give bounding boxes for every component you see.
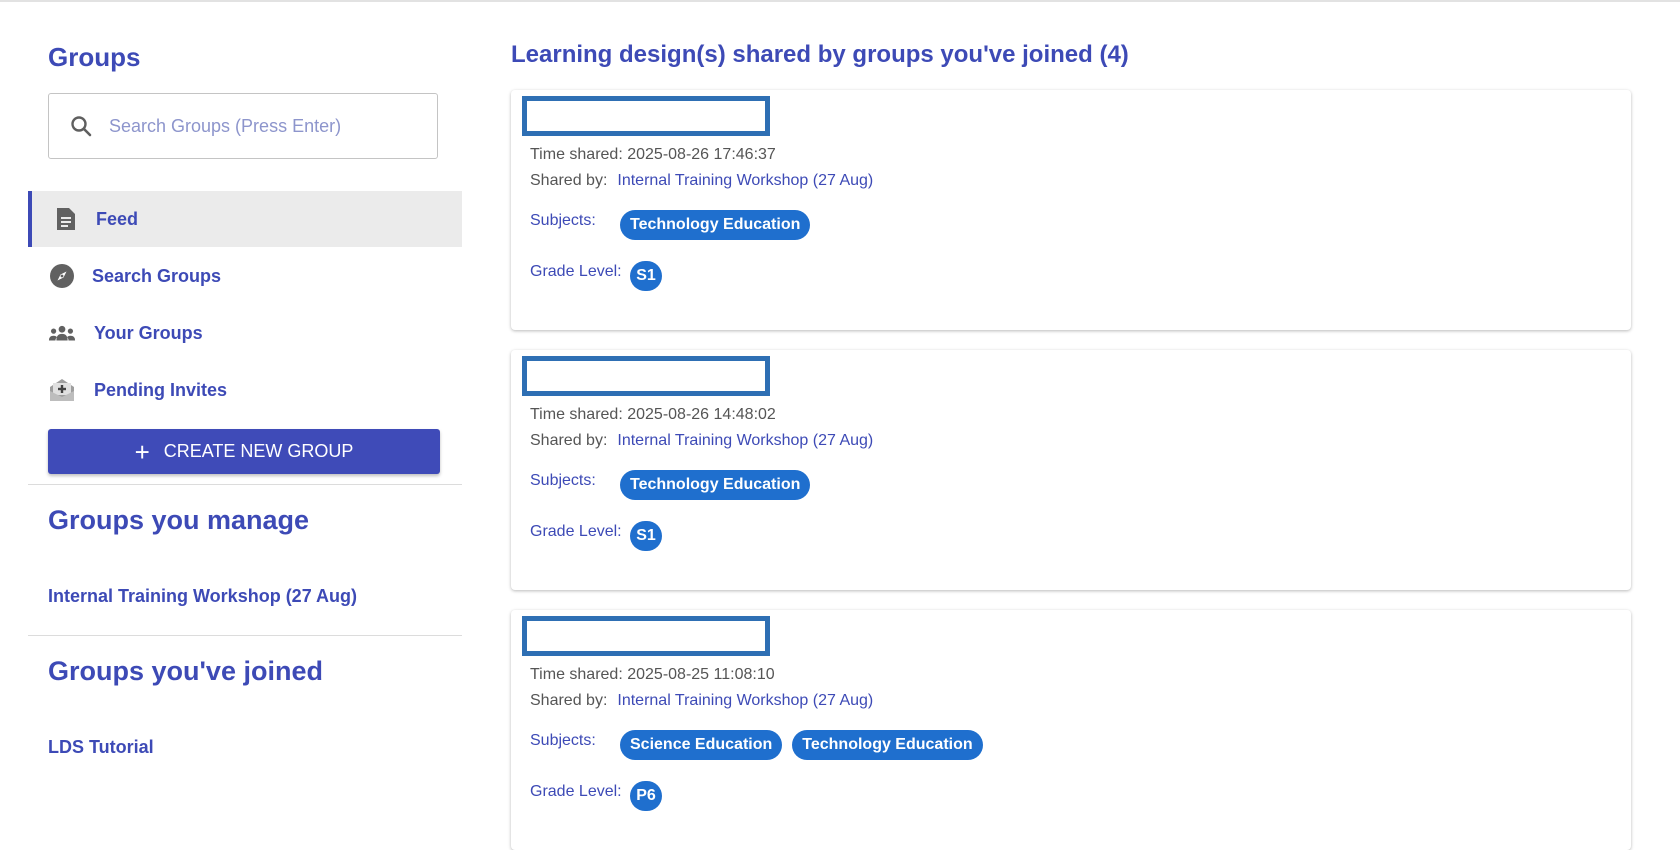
- nav-item-feed[interactable]: Feed: [28, 191, 462, 247]
- sidebar-title: Groups: [48, 42, 141, 72]
- learning-design-card[interactable]: Time shared: 2025-08-26 14:48:02 Shared …: [511, 350, 1631, 590]
- subjects-label: Subjects:: [530, 732, 596, 749]
- subjects-chips: Technology Education: [620, 210, 811, 240]
- groups-icon: [48, 319, 76, 347]
- shared-by-group-link[interactable]: Internal Training Workshop (27 Aug): [617, 692, 873, 710]
- redacted-title: [522, 356, 770, 396]
- shared-by-group-link[interactable]: Internal Training Workshop (27 Aug): [617, 172, 873, 190]
- joined-group-link[interactable]: LDS Tutorial: [48, 737, 154, 758]
- grade-level-chip: S1: [630, 261, 662, 291]
- nav-label-pending-invites: Pending Invites: [94, 379, 228, 400]
- shared-by-label: Shared by:: [530, 432, 608, 449]
- nav-item-your-groups[interactable]: Your Groups: [28, 305, 462, 361]
- grade-level-label: Grade Level:: [530, 263, 622, 280]
- sidebar-divider: [28, 484, 462, 485]
- create-new-group-label: CREATE NEW GROUP: [163, 441, 354, 461]
- shared-by: Shared by: Internal Training Workshop (2…: [530, 172, 873, 190]
- subjects-label: Subjects:: [530, 472, 596, 489]
- groups-joined-title: Groups you've joined: [48, 656, 323, 686]
- grade-level-chip: S1: [630, 521, 662, 551]
- time-shared-value: 2025-08-26 17:46:37: [627, 146, 776, 163]
- shared-by-label: Shared by:: [530, 692, 608, 709]
- shared-by: Shared by: Internal Training Workshop (2…: [530, 432, 873, 450]
- time-shared-label: Time shared:: [530, 146, 623, 163]
- nav-label-search-groups: Search Groups: [92, 265, 222, 286]
- shared-by: Shared by: Internal Training Workshop (2…: [530, 692, 873, 710]
- subjects-chips: Technology Education: [620, 470, 811, 500]
- shared-by-group-link[interactable]: Internal Training Workshop (27 Aug): [617, 432, 873, 450]
- learning-design-card[interactable]: Time shared: 2025-08-25 11:08:10 Shared …: [511, 610, 1631, 850]
- time-shared: Time shared: 2025-08-26 14:48:02: [530, 406, 776, 424]
- feed-icon: [52, 205, 80, 233]
- subject-chip: Technology Education: [792, 730, 983, 760]
- nav-item-search-groups[interactable]: Search Groups: [28, 248, 462, 304]
- subject-chip: Technology Education: [620, 210, 811, 240]
- subject-chip: Technology Education: [620, 470, 811, 500]
- shared-by-label: Shared by:: [530, 172, 608, 189]
- learning-design-card[interactable]: Time shared: 2025-08-26 17:46:37 Shared …: [511, 90, 1631, 330]
- create-new-group-button[interactable]: + CREATE NEW GROUP: [48, 429, 440, 474]
- invite-icon: [48, 376, 76, 404]
- redacted-title: [522, 616, 770, 656]
- grade-level-label: Grade Level:: [530, 523, 622, 540]
- search-icon: [71, 116, 92, 137]
- redacted-title: [522, 96, 770, 136]
- subject-chip: Science Education: [620, 730, 783, 760]
- nav-item-pending-invites[interactable]: Pending Invites: [28, 362, 462, 418]
- sidebar: Groups Feed Search Groups: [28, 0, 462, 850]
- time-shared-value: 2025-08-26 14:48:02: [627, 406, 776, 423]
- nav-label-feed: Feed: [96, 208, 139, 229]
- search-input[interactable]: [107, 114, 431, 138]
- compass-icon: [48, 262, 76, 290]
- sidebar-divider: [28, 635, 462, 636]
- subjects-chips: Science Education Technology Education: [620, 730, 983, 760]
- time-shared-value: 2025-08-25 11:08:10: [627, 666, 775, 683]
- search-box[interactable]: [48, 93, 438, 159]
- grade-level-label: Grade Level:: [530, 783, 622, 800]
- nav-label-your-groups: Your Groups: [94, 322, 203, 343]
- managed-group-link[interactable]: Internal Training Workshop (27 Aug): [48, 586, 357, 607]
- time-shared-label: Time shared:: [530, 666, 623, 683]
- groups-you-manage-title: Groups you manage: [48, 505, 310, 535]
- page-title: Learning design(s) shared by groups you'…: [511, 41, 1129, 68]
- plus-icon: +: [134, 436, 150, 467]
- subjects-label: Subjects:: [530, 212, 596, 229]
- grade-level-chip: P6: [630, 781, 662, 811]
- time-shared: Time shared: 2025-08-26 17:46:37: [530, 146, 776, 164]
- time-shared: Time shared: 2025-08-25 11:08:10: [530, 666, 775, 684]
- time-shared-label: Time shared:: [530, 406, 623, 423]
